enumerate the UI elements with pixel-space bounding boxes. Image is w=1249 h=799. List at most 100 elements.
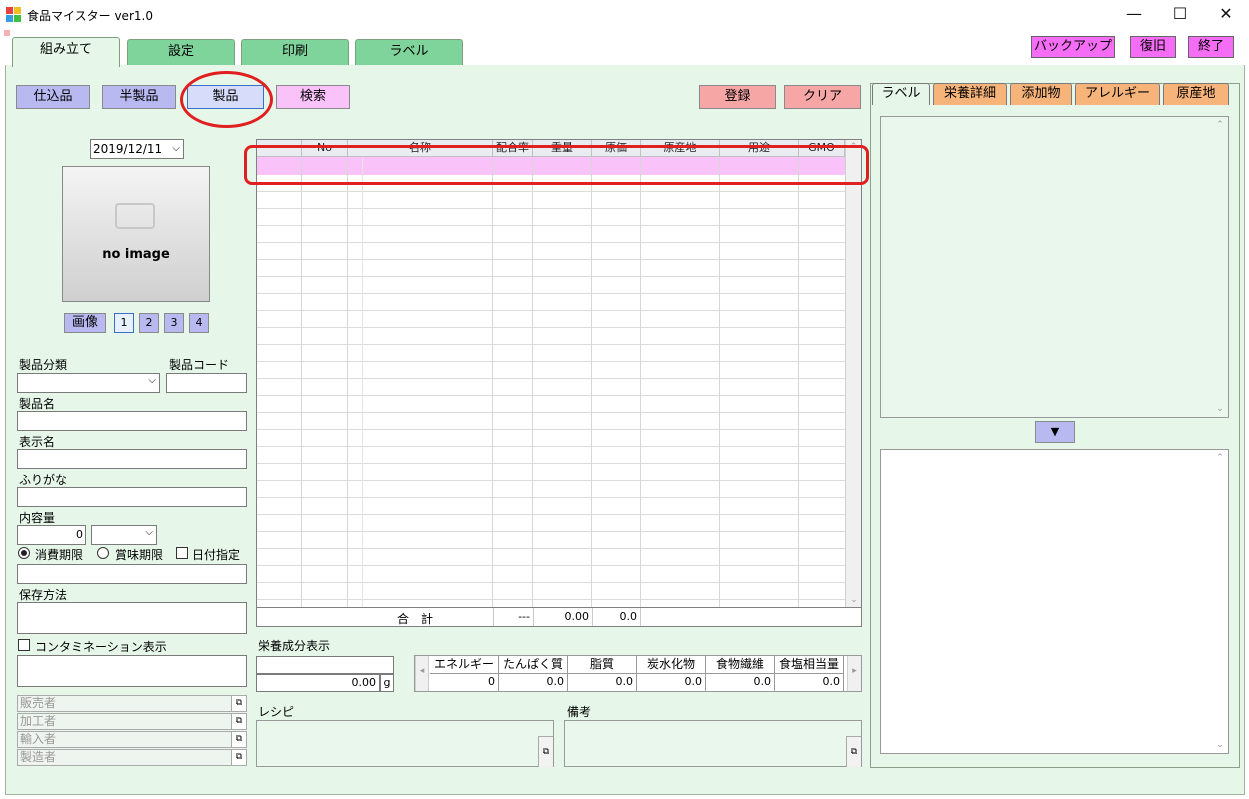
copy-icon[interactable]: ⧉ xyxy=(538,736,553,767)
date-picker[interactable]: 2019/12/11 ⌵ xyxy=(90,139,184,159)
table-row[interactable] xyxy=(257,532,845,549)
table-row[interactable] xyxy=(257,243,845,260)
grid-scrollbar[interactable]: ⌃ ⌄ xyxy=(845,140,861,607)
table-row[interactable] xyxy=(257,413,845,430)
scroll-up-icon[interactable]: ⌃ xyxy=(1212,120,1228,130)
table-row[interactable] xyxy=(257,260,845,277)
table-row[interactable] xyxy=(257,515,845,532)
table-row[interactable] xyxy=(257,600,845,607)
copy-icon[interactable]: ⧉ xyxy=(231,732,246,747)
manufacturer-row[interactable]: 製造者 ⧉ xyxy=(17,749,247,766)
semi-product-button[interactable]: 半製品 xyxy=(102,85,176,109)
register-button[interactable]: 登録 xyxy=(699,85,776,109)
table-row[interactable] xyxy=(257,311,845,328)
scroll-down-icon[interactable]: ⌄ xyxy=(846,595,862,605)
code-input[interactable] xyxy=(166,373,247,393)
column-divider xyxy=(301,157,302,607)
copy-icon[interactable]: ⧉ xyxy=(231,714,246,729)
minimize-button[interactable]: — xyxy=(1111,0,1157,30)
label-preview-area[interactable]: ⌃ ⌄ xyxy=(880,116,1229,418)
label-output-area[interactable]: ⌃ ⌄ xyxy=(880,449,1229,754)
scroll-down-icon[interactable]: ⌄ xyxy=(1212,740,1228,750)
image-page-4[interactable]: 4 xyxy=(189,313,209,333)
tab-assemble[interactable]: 組み立て xyxy=(12,37,120,67)
table-row[interactable] xyxy=(257,209,845,226)
furigana-input[interactable] xyxy=(17,487,247,507)
copy-icon[interactable]: ⧉ xyxy=(231,696,246,711)
notes-input[interactable]: ⧉ xyxy=(564,720,862,767)
copy-icon[interactable]: ⧉ xyxy=(846,736,861,767)
preview-scrollbar[interactable]: ⌃ ⌄ xyxy=(1212,117,1228,417)
table-row[interactable] xyxy=(257,226,845,243)
table-row[interactable] xyxy=(257,566,845,583)
nutrition-scroll-right[interactable]: ▸ xyxy=(847,656,861,691)
clear-button[interactable]: クリア xyxy=(784,85,861,109)
right-tab-allergy[interactable]: アレルギー xyxy=(1075,83,1160,105)
table-row[interactable] xyxy=(257,328,845,345)
scroll-up-icon[interactable]: ⌃ xyxy=(1212,453,1228,463)
nutrition-scroll-left[interactable]: ◂ xyxy=(415,656,429,691)
output-scrollbar[interactable]: ⌃ ⌄ xyxy=(1212,450,1228,753)
right-tab-origin[interactable]: 原産地 xyxy=(1163,83,1229,105)
consume-radio[interactable] xyxy=(18,547,30,559)
exit-button[interactable]: 終了 xyxy=(1188,36,1234,58)
grid-rows xyxy=(257,175,845,607)
copy-icon[interactable]: ⧉ xyxy=(231,750,246,765)
table-row[interactable] xyxy=(257,430,845,447)
display-name-input[interactable] xyxy=(17,449,247,469)
category-select[interactable]: ⌵ xyxy=(17,373,160,393)
right-tab-additives[interactable]: 添加物 xyxy=(1010,83,1072,105)
tab-label[interactable]: ラベル xyxy=(355,39,463,65)
processor-row[interactable]: 加工者 ⧉ xyxy=(17,713,247,730)
nutrition-basis-input[interactable] xyxy=(256,656,394,674)
table-row[interactable] xyxy=(257,549,845,566)
nutrition-amount[interactable]: 0.00 xyxy=(256,674,380,692)
backup-button[interactable]: バックアップ xyxy=(1031,36,1115,58)
close-button[interactable]: ✕ xyxy=(1203,0,1249,30)
table-row[interactable] xyxy=(257,498,845,515)
content-label: 内容量 xyxy=(19,511,56,525)
name-input[interactable] xyxy=(17,411,247,431)
content-input[interactable]: 0 xyxy=(17,525,86,545)
table-row[interactable] xyxy=(257,345,845,362)
right-tab-label[interactable]: ラベル xyxy=(872,83,930,105)
image-page-1[interactable]: 1 xyxy=(114,313,134,333)
table-row[interactable] xyxy=(257,583,845,600)
right-tab-nutrition[interactable]: 栄養詳細 xyxy=(933,83,1007,105)
unit-select[interactable]: ⌵ xyxy=(91,525,157,545)
table-row[interactable] xyxy=(257,447,845,464)
image-page-3[interactable]: 3 xyxy=(164,313,184,333)
table-row[interactable] xyxy=(257,396,845,413)
transfer-down-button[interactable]: ▼ xyxy=(1035,421,1075,443)
tab-print[interactable]: 印刷 xyxy=(241,39,349,65)
image-button[interactable]: 画像 xyxy=(64,313,106,333)
table-row[interactable] xyxy=(257,277,845,294)
date-specify-checkbox[interactable] xyxy=(176,547,188,559)
table-row[interactable] xyxy=(257,192,845,209)
seller-row[interactable]: 販売者 ⧉ xyxy=(17,695,247,712)
table-row[interactable] xyxy=(257,379,845,396)
recipe-input[interactable]: ⧉ xyxy=(256,720,554,767)
storage-input[interactable] xyxy=(17,602,247,634)
table-row[interactable] xyxy=(257,464,845,481)
table-row[interactable] xyxy=(257,362,845,379)
scroll-down-icon[interactable]: ⌄ xyxy=(1212,404,1228,414)
total-row: 合 計 --- 0.00 0.0 xyxy=(257,607,861,626)
tab-settings[interactable]: 設定 xyxy=(127,39,235,65)
ingredient-grid[interactable]: No 名称 配合率 重量 原価 原産地 用途 GMO ⌃ ⌄ 合 計 --- 0… xyxy=(256,139,862,627)
name-label: 製品名 xyxy=(19,397,56,411)
importer-label: 輸入者 xyxy=(20,732,57,746)
search-button[interactable]: 検索 xyxy=(276,85,350,109)
image-page-2[interactable]: 2 xyxy=(139,313,159,333)
app-icon xyxy=(6,7,22,23)
best-before-radio[interactable] xyxy=(97,547,109,559)
importer-row[interactable]: 輸入者 ⧉ xyxy=(17,731,247,748)
contamination-input[interactable] xyxy=(17,655,247,687)
expiry-input[interactable] xyxy=(17,564,247,584)
maximize-button[interactable]: ☐ xyxy=(1157,0,1203,30)
table-row[interactable] xyxy=(257,481,845,498)
restore-button[interactable]: 復旧 xyxy=(1130,36,1176,58)
purchase-button[interactable]: 仕込品 xyxy=(16,85,90,109)
contamination-checkbox[interactable] xyxy=(18,639,30,651)
table-row[interactable] xyxy=(257,294,845,311)
